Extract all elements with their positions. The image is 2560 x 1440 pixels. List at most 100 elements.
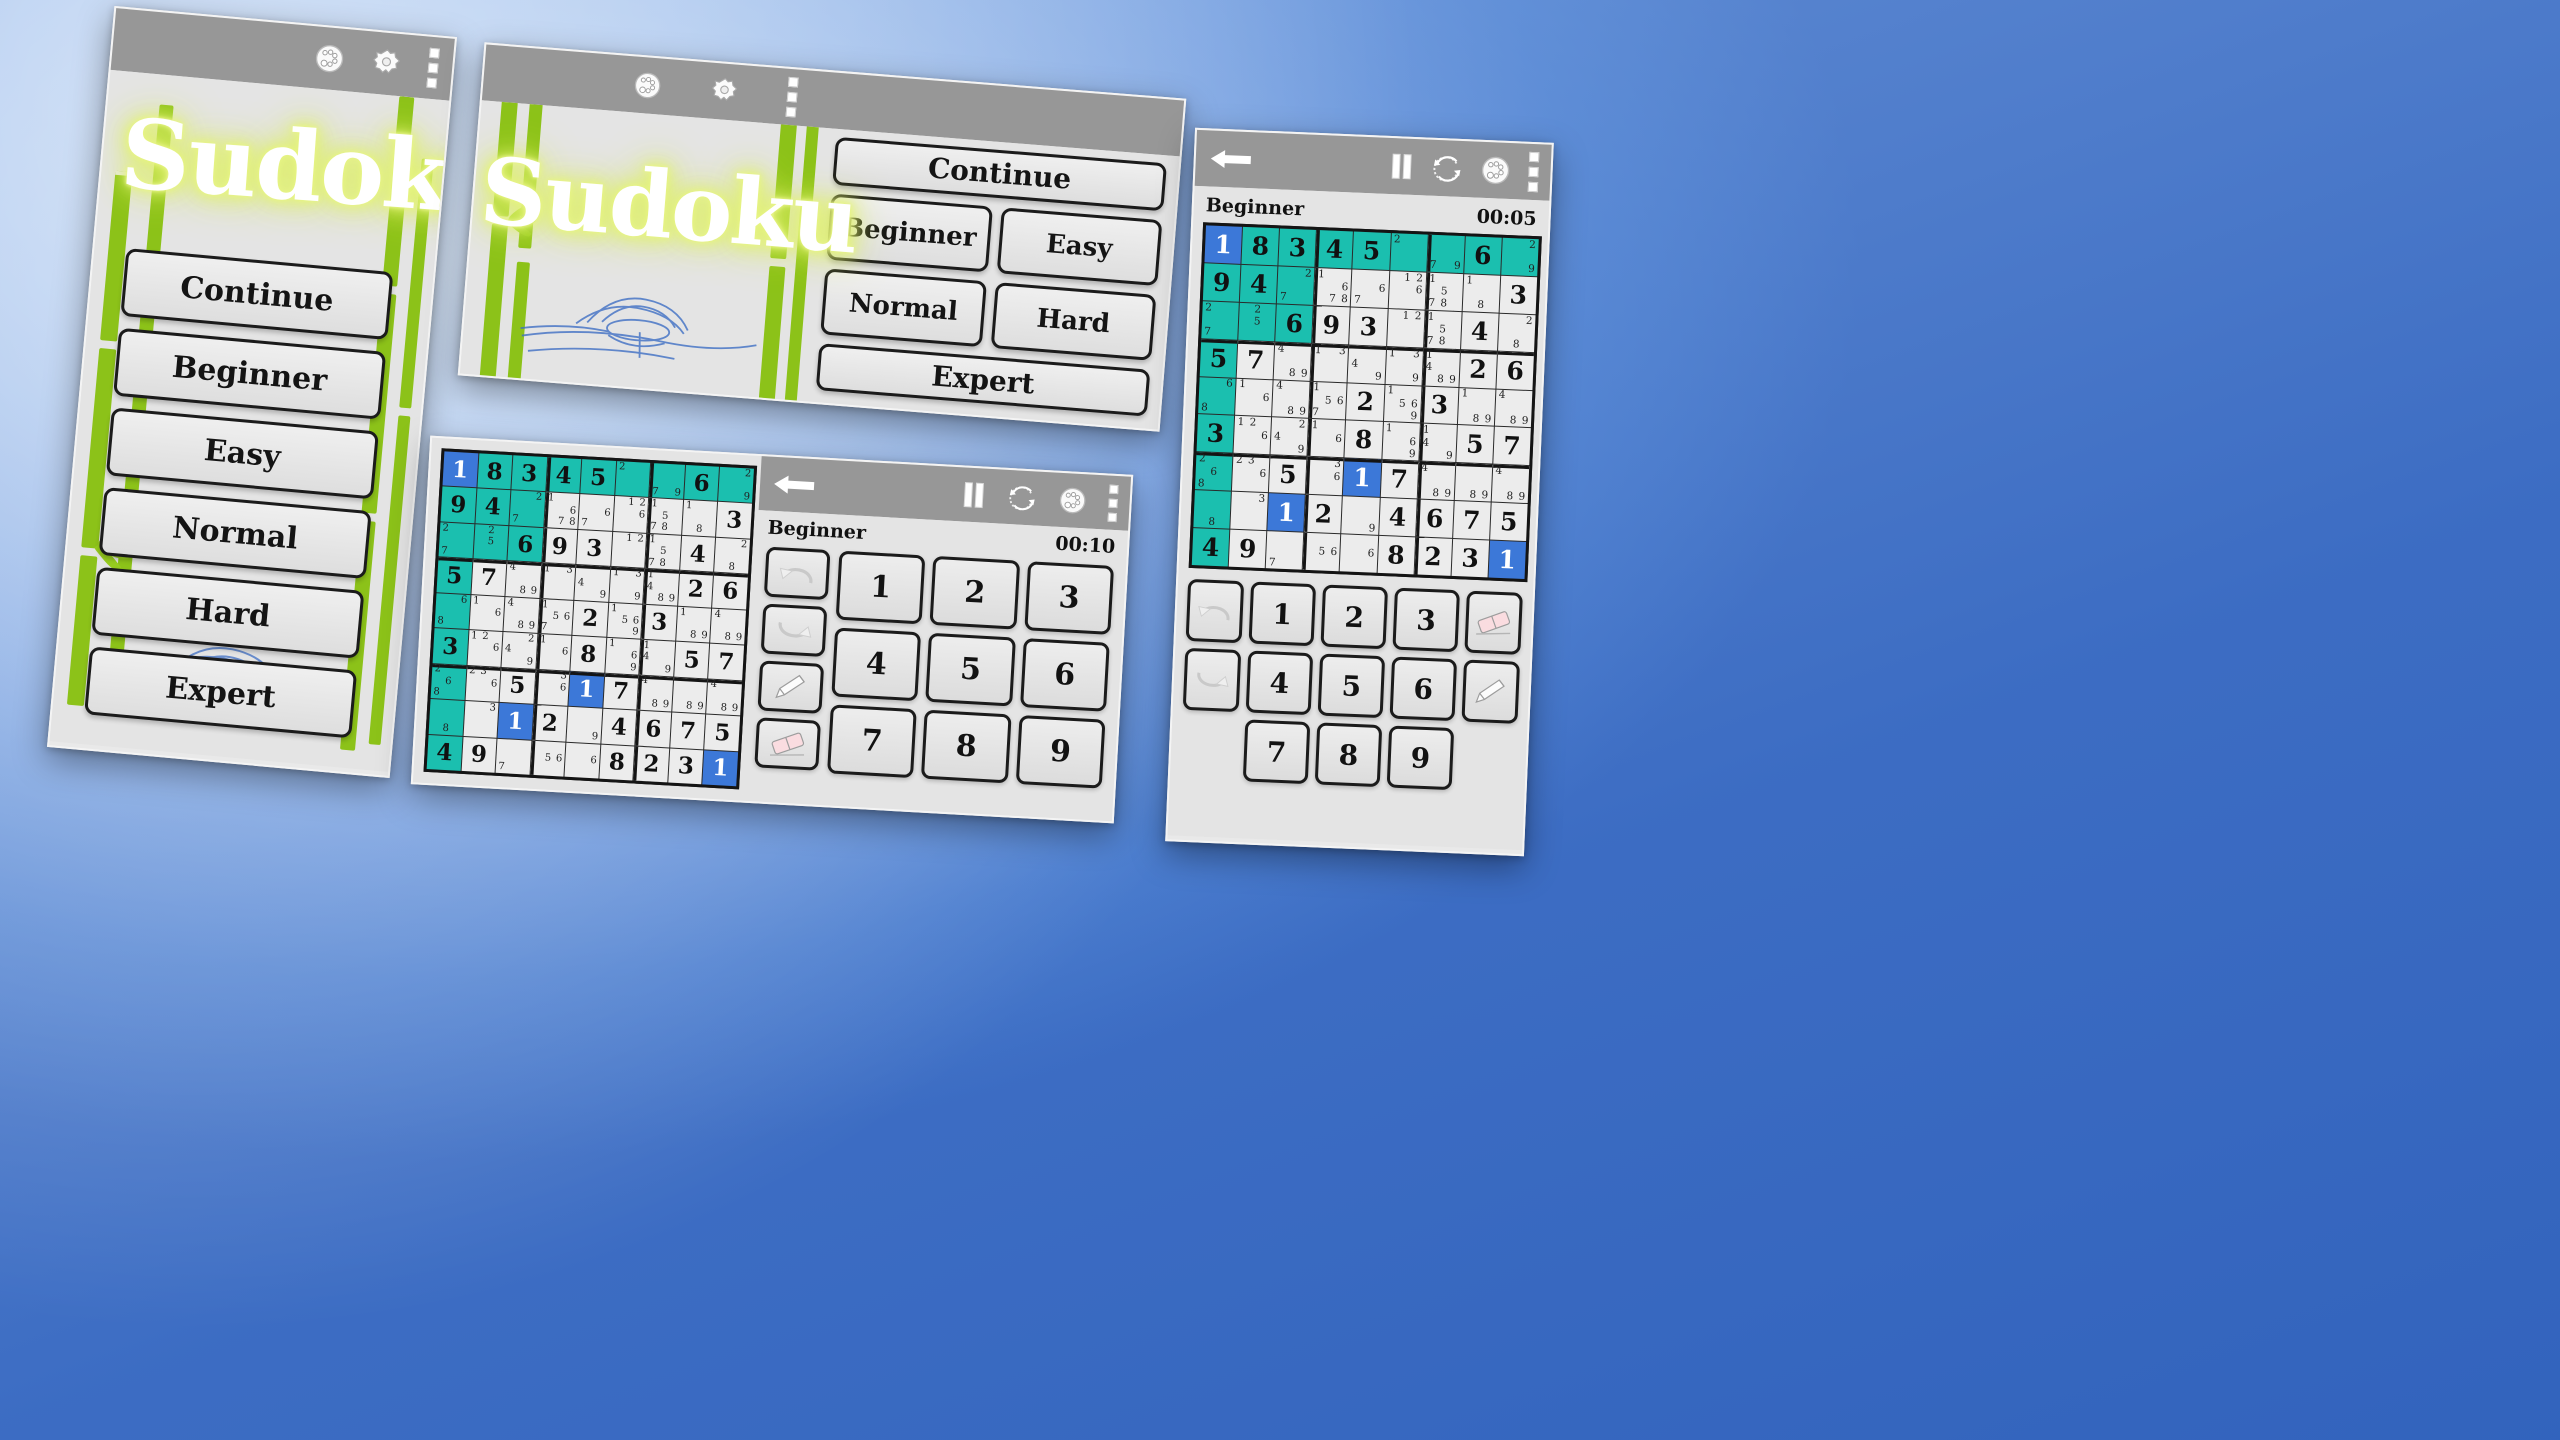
undo-icon[interactable]	[763, 546, 831, 601]
numpad-key-3[interactable]: 3	[1024, 561, 1115, 635]
eraser-icon[interactable]	[1464, 590, 1523, 655]
sudoku-cell[interactable]: 4	[1239, 264, 1278, 304]
sudoku-cell[interactable]: 4	[426, 734, 463, 771]
sudoku-cell[interactable]: 2	[1389, 233, 1428, 272]
sudoku-cell[interactable]: 489	[505, 561, 541, 598]
sudoku-cell[interactable]: 1578	[647, 498, 683, 535]
sudoku-cell[interactable]: 36	[534, 669, 570, 706]
sudoku-cell[interactable]: 1	[1267, 493, 1306, 532]
sudoku-cell[interactable]: 5	[1456, 425, 1494, 464]
sudoku-cell[interactable]: 149	[639, 639, 676, 677]
sudoku-cell[interactable]: 1	[568, 671, 605, 708]
numpad-key-8[interactable]: 8	[1314, 722, 1383, 788]
sudoku-cell[interactable]: 9	[461, 736, 497, 773]
numpad-key-8[interactable]: 8	[921, 709, 1012, 784]
sudoku-cell[interactable]: 489	[710, 608, 747, 645]
sudoku-cell[interactable]: 89	[672, 677, 708, 714]
numpad-key-9[interactable]: 9	[1386, 725, 1455, 791]
sudoku-cell[interactable]: 6	[684, 464, 720, 502]
sudoku-cell[interactable]: 3	[668, 748, 704, 785]
sudoku-cell[interactable]: 2	[615, 461, 651, 498]
sudoku-cell[interactable]: 236	[465, 665, 501, 702]
sudoku-cell[interactable]: 189	[1457, 387, 1496, 427]
sudoku-cell[interactable]: 1567	[1309, 381, 1347, 420]
redo-icon[interactable]	[760, 603, 828, 657]
sudoku-cell[interactable]: 4	[546, 457, 582, 494]
sudoku-cell[interactable]: 6	[1415, 499, 1454, 539]
sudoku-cell[interactable]: 1489	[1422, 348, 1460, 387]
numpad-key-3[interactable]: 3	[1392, 587, 1460, 653]
sudoku-cell[interactable]: 18	[682, 500, 718, 537]
sudoku-cell[interactable]: 1489	[643, 569, 679, 606]
sudoku-cell[interactable]: 27	[509, 490, 545, 527]
numpad-key-1[interactable]: 1	[835, 550, 926, 625]
sudoku-cell[interactable]: 1578	[1425, 272, 1463, 311]
sudoku-cell[interactable]: 489	[1417, 461, 1456, 501]
sudoku-cell[interactable]: 8	[1193, 490, 1232, 529]
sudoku-cell[interactable]: 2	[1459, 349, 1497, 389]
sudoku-cell[interactable]: 16	[469, 594, 505, 632]
sudoku-cell[interactable]: 9	[1312, 305, 1351, 345]
sudoku-cell[interactable]: 1678	[544, 492, 580, 529]
sudoku-cell[interactable]: 6	[564, 742, 601, 779]
refresh-icon[interactable]	[1006, 482, 1038, 514]
sudoku-cell[interactable]: 489	[1272, 379, 1310, 419]
pause-icon[interactable]	[962, 481, 985, 509]
sudoku-cell[interactable]: 489	[1491, 464, 1530, 504]
sudoku-cell[interactable]: 68	[434, 592, 471, 630]
sudoku-cell[interactable]: 2	[1304, 494, 1343, 534]
numpad-key-1[interactable]: 1	[1248, 581, 1317, 647]
numpad-key-9[interactable]: 9	[1015, 714, 1106, 789]
sudoku-cell[interactable]: 9	[542, 527, 578, 565]
sudoku-cell[interactable]: 3	[1196, 414, 1235, 453]
sudoku-cell[interactable]: 6	[507, 526, 543, 563]
sudoku-cell[interactable]: 9	[566, 706, 603, 744]
back-arrow-icon[interactable]	[1207, 146, 1254, 172]
sudoku-cell[interactable]: 5	[704, 714, 741, 751]
sudoku-cell[interactable]: 7	[1236, 340, 1275, 379]
overflow-menu-icon[interactable]	[785, 76, 799, 118]
sudoku-cell[interactable]: 2	[678, 571, 714, 608]
sudoku-cell[interactable]: 13	[1310, 343, 1349, 382]
sudoku-cell[interactable]: 5	[1352, 231, 1391, 270]
sudoku-cell[interactable]: 7	[708, 643, 745, 681]
sudoku-cell[interactable]: 5	[499, 667, 536, 704]
awards-icon[interactable]	[633, 70, 663, 100]
sudoku-cell[interactable]: 3	[1278, 228, 1317, 267]
sudoku-cell[interactable]: 139	[609, 567, 645, 604]
sudoku-cell[interactable]: 1578	[645, 533, 681, 571]
sudoku-cell[interactable]: 489	[1494, 389, 1533, 428]
sudoku-cell[interactable]: 189	[676, 606, 712, 643]
sudoku-cell[interactable]: 5	[1199, 338, 1238, 378]
sudoku-cell[interactable]: 67	[1351, 269, 1389, 308]
sudoku-cell[interactable]: 4	[1460, 311, 1499, 351]
numpad-key-4[interactable]: 4	[831, 627, 922, 702]
overflow-menu-icon[interactable]	[1527, 151, 1540, 193]
sudoku-cell[interactable]: 169	[1381, 422, 1420, 461]
sudoku-cell[interactable]: 4	[601, 708, 637, 746]
numpad-key-4[interactable]: 4	[1245, 650, 1314, 716]
sudoku-cell[interactable]: 27	[1201, 301, 1239, 340]
sudoku-cell[interactable]: 1	[497, 703, 534, 740]
eraser-icon[interactable]	[754, 717, 821, 771]
sudoku-cell[interactable]: 8	[1241, 226, 1280, 266]
sudoku-cell[interactable]: 27	[438, 522, 474, 559]
sudoku-cell[interactable]: 2	[572, 600, 609, 637]
sudoku-cell[interactable]: 8	[428, 699, 465, 736]
sudoku-board[interactable]: 1834527962994271678671261578183272569312…	[1188, 222, 1542, 583]
sudoku-cell[interactable]: 28	[1497, 313, 1536, 352]
sudoku-cell[interactable]: 28	[714, 537, 750, 574]
sudoku-cell[interactable]: 3	[576, 529, 612, 567]
sudoku-cell[interactable]: 236	[1232, 454, 1270, 493]
sudoku-cell[interactable]: 1	[702, 749, 739, 787]
sudoku-cell[interactable]: 126	[1233, 416, 1272, 455]
sudoku-cell[interactable]: 1569	[607, 602, 643, 639]
sudoku-cell[interactable]: 489	[637, 675, 674, 712]
sudoku-cell[interactable]: 7	[1265, 531, 1304, 570]
sudoku-cell[interactable]: 3	[1349, 307, 1388, 346]
pencil-icon[interactable]	[757, 660, 825, 714]
sudoku-cell[interactable]: 49	[1348, 345, 1386, 384]
sudoku-cell[interactable]: 25	[473, 524, 509, 561]
sudoku-cell[interactable]: 1578	[1423, 310, 1462, 349]
sudoku-cell[interactable]: 9	[1228, 529, 1267, 569]
